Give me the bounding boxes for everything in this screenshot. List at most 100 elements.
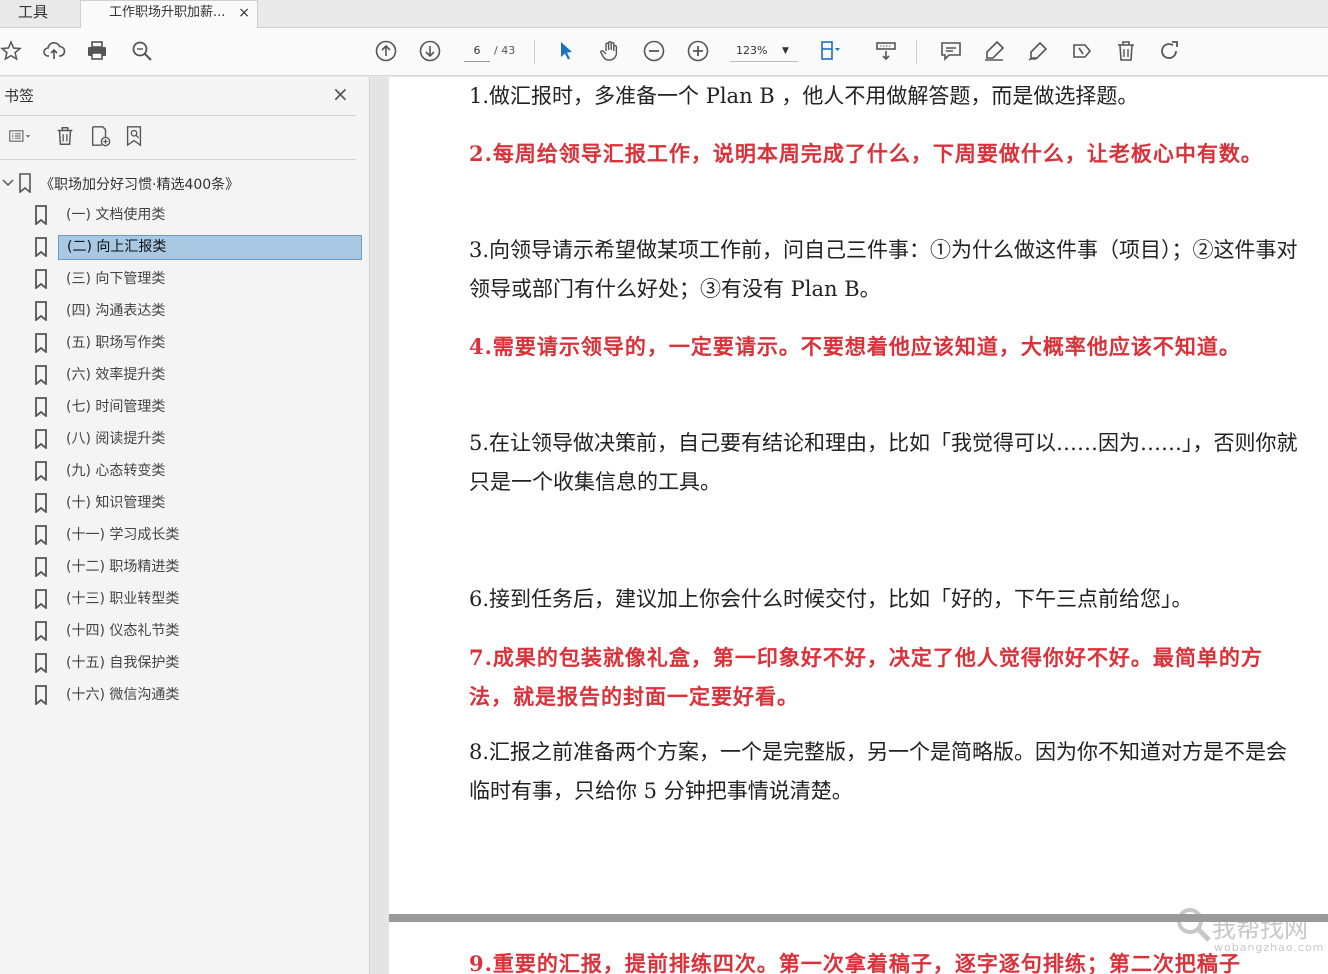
bookmark-label: (七) 时间管理类 [66,399,166,415]
toolbar-divider [916,40,917,64]
hand-tool-icon[interactable] [596,37,624,65]
watermark-text: 我帮找网 [1212,915,1308,943]
bookmark-item[interactable]: (八) 阅读提升类 [0,425,370,453]
page-total: / 43 [494,44,516,57]
bookmark-item[interactable]: (九) 心态转变类 [0,457,370,485]
divider [0,115,356,116]
search-icon[interactable] [128,37,156,65]
tab-document[interactable]: 工作职场升职加薪... × [80,0,258,28]
paragraph: 8.汇报之前准备两个方案，一个是完整版，另一个是简略版。因为你不知道对方是不是会… [469,740,1288,803]
paragraph: 3.向领导请示希望做某项工作前，问自己三件事：①为什么做这件事（项目）；②这件事… [469,238,1298,301]
divider [0,159,356,160]
bookmark-icon [35,653,47,673]
redo-icon[interactable] [1156,37,1184,65]
upload-cloud-icon[interactable] [40,37,68,65]
tab-close-icon[interactable]: × [238,1,250,25]
close-icon[interactable]: × [332,82,349,106]
bookmark-icon [35,237,47,257]
next-page-icon[interactable] [416,37,444,65]
new-bookmark-icon[interactable] [86,123,114,149]
bookmark-star-icon[interactable] [0,37,25,65]
watermark-url: wobangzhao.com [1214,941,1325,954]
bookmark-icon [35,621,47,641]
bookmark-icon [35,589,47,609]
bookmark-item[interactable]: (五) 职场写作类 [0,329,370,357]
bookmark-icon [35,205,47,225]
bookmark-label: (二) 向上汇报类 [58,235,362,260]
bookmark-item[interactable]: (四) 沟通表达类 [0,297,370,325]
bookmark-icon [19,173,31,193]
bookmark-label: (十一) 学习成长类 [66,527,180,543]
bookmark-icon [35,365,47,385]
bookmark-item[interactable]: (十二) 职场精进类 [0,553,370,581]
zoom-out-icon[interactable] [640,37,668,65]
bookmark-icon [35,397,47,417]
bookmark-label: (十二) 职场精进类 [66,559,180,575]
tab-tools[interactable]: 工具 [0,0,68,28]
toolbar: 6 / 43 123% ▼ [0,28,1328,76]
select-cursor-icon[interactable] [552,37,580,65]
bookmark-icon [35,525,47,545]
toolbar-divider [534,40,535,64]
bookmark-label: (十) 知识管理类 [66,495,166,511]
magnifier-icon [1177,908,1211,942]
bookmark-label: (十六) 微信沟通类 [66,687,180,703]
bookmark-label: (六) 效率提升类 [66,367,166,383]
delete-trash-icon[interactable] [1112,37,1140,65]
bookmark-item[interactable]: (十) 知识管理类 [0,489,370,517]
bookmarks-panel: 书签 × 《职场加分好习惯·精选400条》 (一) 文档使用类 (二) 向上汇报类… [0,77,370,974]
bookmark-item[interactable]: (十五) 自我保护类 [0,649,370,677]
bookmark-item[interactable]: (六) 效率提升类 [0,361,370,389]
bookmark-icon [35,333,47,353]
bookmark-icon [35,557,47,577]
bookmark-icon [35,301,47,321]
paragraph-highlight: 2.每周给领导汇报工作，说明本周完成了什么，下周要做什么，让老板心中有数。 [469,141,1263,166]
tab-bar: 工具 工作职场升职加薪... × [0,0,1328,28]
bookmark-item[interactable]: (十四) 仪态礼节类 [0,617,370,645]
highlighter-icon[interactable] [980,37,1008,65]
find-bookmark-icon[interactable] [120,123,148,149]
bookmark-item[interactable]: (十三) 职业转型类 [0,585,370,613]
bookmark-label: (一) 文档使用类 [66,207,166,223]
chevron-down-icon[interactable] [2,177,14,189]
scroll-mode-icon[interactable] [872,37,900,65]
bookmark-label: (四) 沟通表达类 [66,303,166,319]
bookmark-icon [35,429,47,449]
bookmark-label: (十五) 自我保护类 [66,655,180,671]
comment-icon[interactable] [937,37,965,65]
draw-pen-icon[interactable] [1024,37,1052,65]
tab-document-label: 工作职场升职加薪... [109,5,226,20]
bookmark-label: (十三) 职业转型类 [66,591,180,607]
bookmark-icon [35,269,47,289]
bookmark-label: (五) 职场写作类 [66,335,166,351]
bookmark-item[interactable]: (二) 向上汇报类 [0,233,370,261]
bookmark-item[interactable]: (一) 文档使用类 [0,201,370,229]
stamp-tag-icon[interactable] [1068,37,1096,65]
bookmark-item[interactable]: (七) 时间管理类 [0,393,370,421]
paragraph: 1.做汇报时，多准备一个 Plan B ，他人不用做解答题，而是做选择题。 [469,84,1139,108]
print-icon[interactable] [83,37,111,65]
bookmark-item[interactable]: (十六) 微信沟通类 [0,681,370,709]
paragraph-highlight: 7.成果的包装就像礼盒，第一印象好不好，决定了他人觉得你好不好。最简单的方法，就… [469,645,1263,709]
paragraph-highlight: 4.需要请示领导的，一定要请示。不要想着他应该知道，大概率他应该不知道。 [469,334,1241,359]
zoom-in-icon[interactable] [684,37,712,65]
bookmark-item[interactable]: (三) 向下管理类 [0,265,370,293]
watermark: 我帮找网 wobangzhao.com [1172,903,1325,963]
document-viewport[interactable]: 1.做汇报时，多准备一个 Plan B ，他人不用做解答题，而是做选择题。 2.… [371,77,1328,974]
bookmark-root-label: 《职场加分好习惯·精选400条》 [40,177,240,193]
bookmark-icon [35,685,47,705]
paragraph: 6.接到任务后，建议加上你会什么时候交付，比如「好的，下午三点前给您」。 [469,587,1193,611]
previous-page-icon[interactable] [372,37,400,65]
options-menu-icon[interactable] [2,123,38,149]
bookmark-label: (三) 向下管理类 [66,271,166,287]
document-page: 1.做汇报时，多准备一个 Plan B ，他人不用做解答题，而是做选择题。 2.… [389,77,1328,914]
page-number-input[interactable]: 6 [464,40,490,62]
chevron-down-icon[interactable]: ▼ [782,40,789,62]
page-fit-icon[interactable] [816,37,844,65]
bookmark-item[interactable]: (十一) 学习成长类 [0,521,370,549]
delete-bookmark-icon[interactable] [51,123,79,149]
panel-title: 书签 [4,87,35,105]
bookmark-label: (十四) 仪态礼节类 [66,623,180,639]
paragraph: 5.在让领导做决策前，自己要有结论和理由，比如「我觉得可以……因为……」，否则你… [469,431,1298,494]
bookmark-icon [35,461,47,481]
